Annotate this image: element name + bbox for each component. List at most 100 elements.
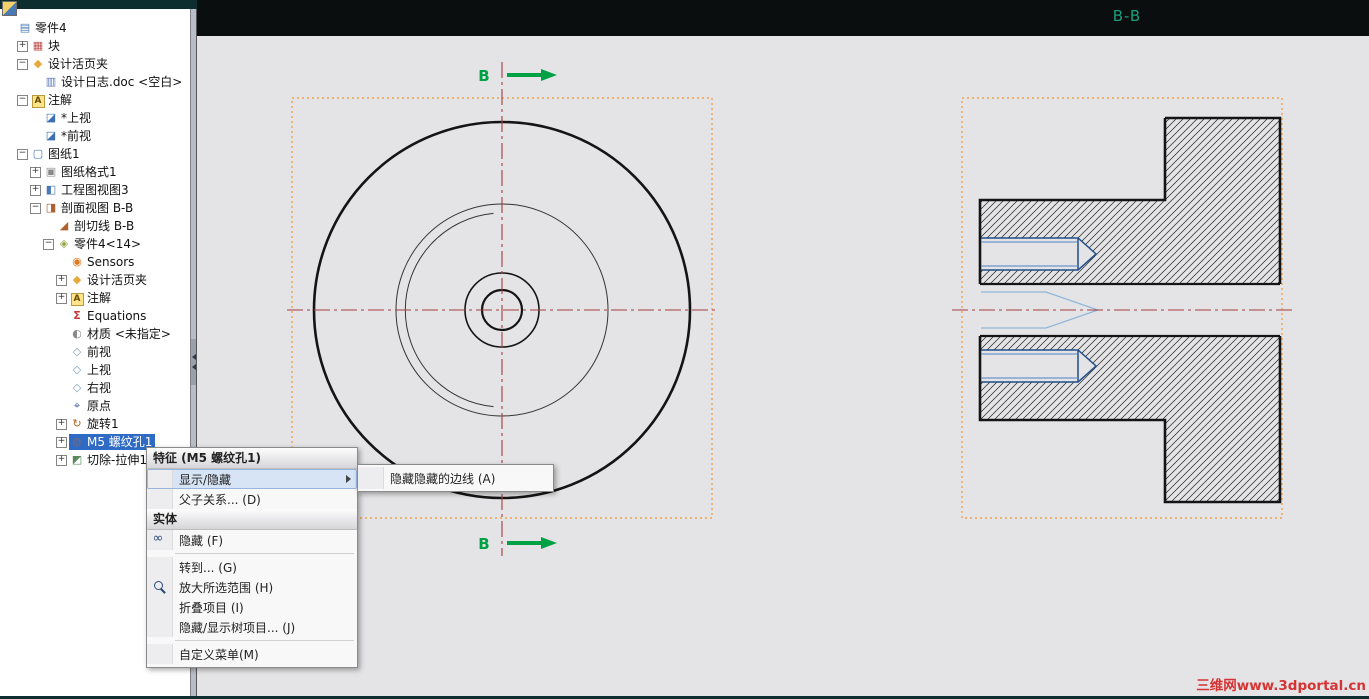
tree-item-sheet-format1[interactable]: + 图纸格式1 bbox=[0, 163, 190, 181]
section-arrowhead-top bbox=[541, 69, 557, 81]
solidworks-window: 零件4+块−设计活页夹设计日志.doc <空白>−注解*上视*前视−图纸1+图纸… bbox=[0, 0, 1369, 696]
tree-item-label: *前视 bbox=[61, 129, 92, 143]
splitter-handle[interactable] bbox=[191, 339, 196, 385]
menu-item-label: 转到... (G) bbox=[179, 560, 237, 575]
menu-item-parent-child[interactable]: 父子关系... (D) bbox=[147, 489, 357, 509]
expand-toggle[interactable]: − bbox=[30, 202, 41, 214]
tree-item-design-binder[interactable]: − 设计活页夹 bbox=[0, 55, 190, 73]
expand-toggle[interactable]: + bbox=[56, 274, 67, 286]
context-menu: 特征 (M5 螺纹孔1) 显示/隐藏父子关系... (D) 实体隐藏 (F) 转到.… bbox=[146, 447, 358, 668]
tree-item-block[interactable]: +块 bbox=[0, 37, 190, 55]
tree-item-right-plane[interactable]: 右视 bbox=[0, 379, 190, 397]
tree-item-label: 切除-拉伸1 bbox=[87, 453, 147, 467]
drawing-canvas[interactable]: B-B B B 三维网www.3dportal.cn bbox=[197, 0, 1369, 696]
tree-item-label: 设计活页夹 bbox=[48, 57, 109, 71]
section-arrowhead-bottom bbox=[541, 537, 557, 549]
tree-item-sensors[interactable]: Sensors bbox=[0, 253, 190, 271]
tree-item-label: *上视 bbox=[61, 111, 92, 125]
tree-item-part4-14[interactable]: − 零件4<14> bbox=[0, 235, 190, 253]
context-menu-header: 特征 (M5 螺纹孔1) bbox=[147, 448, 357, 469]
menu-item-label: 折叠项目 (I) bbox=[179, 600, 244, 615]
tree-item-sheet1[interactable]: − 图纸1 bbox=[0, 145, 190, 163]
view-orient-icon bbox=[44, 129, 58, 143]
expand-toggle[interactable]: + bbox=[56, 292, 67, 304]
tree-item-label: 右视 bbox=[87, 381, 112, 395]
tree-item-annotations[interactable]: − 注解 bbox=[0, 91, 190, 109]
expand-toggle[interactable]: + bbox=[17, 40, 28, 52]
annotations-icon bbox=[70, 291, 84, 305]
tree-item-top-plane[interactable]: 上视 bbox=[0, 361, 190, 379]
tree-item-drawing-view3[interactable]: + 工程图视图3 bbox=[0, 181, 190, 199]
revolve-icon bbox=[70, 417, 84, 431]
tree-item-design-journal[interactable]: 设计日志.doc <空白> bbox=[0, 73, 190, 91]
tree-item-label: 图纸格式1 bbox=[61, 165, 117, 179]
menu-separator bbox=[175, 553, 354, 554]
out-of-sheet-band bbox=[197, 0, 1369, 36]
context-submenu: 隐藏隐藏的边线 (A) bbox=[357, 464, 554, 492]
expand-toggle[interactable]: + bbox=[30, 166, 41, 178]
plane-icon bbox=[70, 381, 84, 395]
tree-item-label: 块 bbox=[48, 39, 61, 53]
expand-toggle[interactable]: − bbox=[17, 148, 28, 160]
expand-toggle[interactable]: − bbox=[43, 238, 54, 250]
menu-item-collapse-items[interactable]: 折叠项目 (I) bbox=[147, 597, 357, 617]
menu-item-customize-menu[interactable]: 自定义菜单(M) bbox=[147, 644, 357, 664]
material-icon bbox=[70, 327, 84, 341]
expand-toggle[interactable]: + bbox=[30, 184, 41, 196]
tree-item-material[interactable]: 材质 <未指定> bbox=[0, 325, 190, 343]
drawing-area[interactable]: B-B B B 三维网www.3dportal.cn bbox=[197, 0, 1369, 696]
tree-item-equations[interactable]: Equations bbox=[0, 307, 190, 325]
menu-item-hide-show-tree-items[interactable]: 隐藏/显示树项目... (J) bbox=[147, 617, 357, 637]
expand-toggle[interactable]: − bbox=[17, 58, 28, 70]
tree-item-label: 零件4<14> bbox=[74, 237, 142, 251]
tree-item-front-view-orient[interactable]: *前视 bbox=[0, 127, 190, 145]
menu-item-zoom-to-selection[interactable]: 放大所选范围 (H) bbox=[147, 577, 357, 597]
tree-item-label: 材质 <未指定> bbox=[87, 327, 171, 341]
menu-item-label: 放大所选范围 (H) bbox=[179, 580, 274, 595]
tree-item-label: M5 螺纹孔1 bbox=[87, 435, 153, 449]
expand-toggle[interactable]: + bbox=[56, 418, 67, 430]
menu-item-go-to[interactable]: 转到... (G) bbox=[147, 557, 357, 577]
menu-section-solid-header: 实体 bbox=[147, 509, 357, 530]
menu-item-show-hide[interactable]: 显示/隐藏 bbox=[147, 469, 357, 489]
doc-icon bbox=[44, 75, 58, 89]
submenu-item-hide-hidden-edges[interactable]: 隐藏隐藏的边线 (A) bbox=[358, 467, 553, 489]
menu-separator bbox=[175, 640, 354, 641]
tree-item-label: 注解 bbox=[87, 291, 112, 305]
watermark: 三维网www.3dportal.cn bbox=[1196, 677, 1366, 694]
plane-icon bbox=[70, 363, 84, 377]
hole-wizard-icon bbox=[70, 435, 84, 449]
tree-item-label: 设计日志.doc <空白> bbox=[61, 75, 183, 89]
tree-item-design-binder-2[interactable]: + 设计活页夹 bbox=[0, 271, 190, 289]
tree-item-revolve1[interactable]: + 旋转1 bbox=[0, 415, 190, 433]
section-view-label: B-B bbox=[1113, 7, 1141, 25]
menu-icon-cell bbox=[147, 617, 173, 637]
tree-item-annotations-2[interactable]: + 注解 bbox=[0, 289, 190, 307]
section-view-bb-drawing[interactable] bbox=[952, 116, 1296, 504]
tree-item-origin[interactable]: 原点 bbox=[0, 397, 190, 415]
featuremanager-tab-icon[interactable] bbox=[2, 1, 17, 16]
origin-icon bbox=[70, 399, 84, 413]
expand-toggle[interactable]: + bbox=[56, 454, 67, 466]
tree-item-label: Equations bbox=[87, 309, 147, 323]
menu-item-hide[interactable]: 隐藏 (F) bbox=[147, 530, 357, 550]
tree-item-label: 工程图视图3 bbox=[61, 183, 129, 197]
block-icon bbox=[31, 39, 45, 53]
drawing-view-icon bbox=[44, 183, 58, 197]
menu-icon-cell bbox=[147, 597, 173, 617]
tree-item-front-plane[interactable]: 前视 bbox=[0, 343, 190, 361]
tree-item-section-line-bb[interactable]: 剖切线 B-B bbox=[0, 217, 190, 235]
drawing-doc-icon bbox=[18, 21, 32, 35]
tree-item-section-view-bb[interactable]: − 剖面视图 B-B bbox=[0, 199, 190, 217]
tree-item-part4-root[interactable]: 零件4 bbox=[0, 19, 190, 37]
annotations-icon bbox=[31, 93, 45, 107]
context-menu-items: 显示/隐藏父子关系... (D) 实体隐藏 (F) 转到... (G) 放大所选范围 … bbox=[147, 469, 357, 664]
expand-toggle[interactable]: − bbox=[17, 94, 28, 106]
menu-item-label: 隐藏/显示树项目... (J) bbox=[179, 620, 296, 635]
cut-extrude-icon bbox=[70, 453, 84, 467]
tree-item-top-view-orient[interactable]: *上视 bbox=[0, 109, 190, 127]
tree-item-label: 零件4 bbox=[35, 21, 67, 35]
expand-toggle[interactable]: + bbox=[56, 436, 67, 448]
plane-icon bbox=[70, 345, 84, 359]
feature-tree: 零件4+块−设计活页夹设计日志.doc <空白>−注解*上视*前视−图纸1+图纸… bbox=[0, 9, 190, 469]
